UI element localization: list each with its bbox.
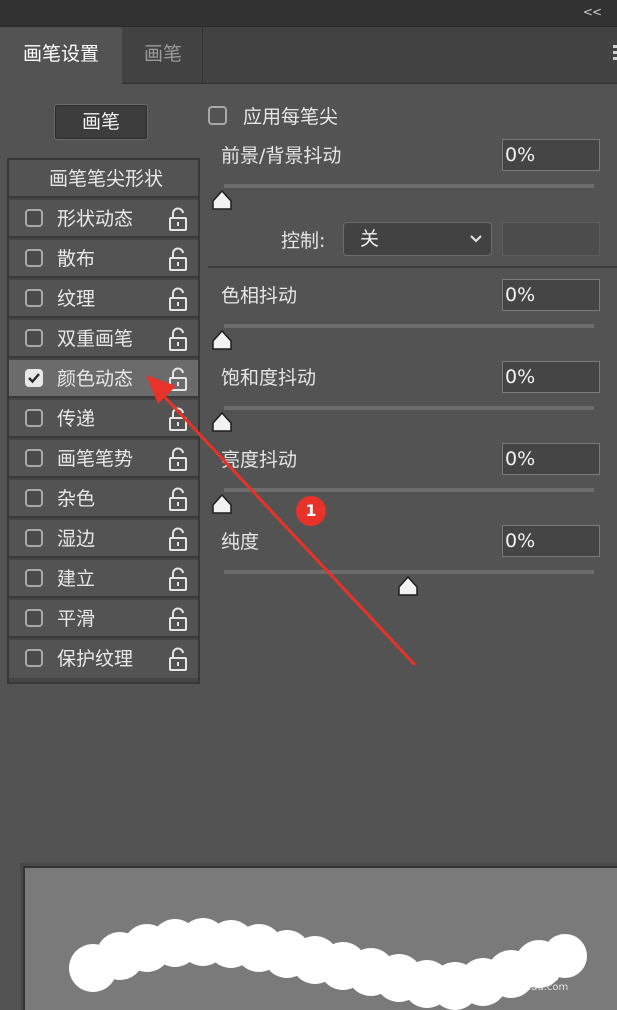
- apply-per-tip-checkbox[interactable]: [208, 106, 227, 125]
- build-up-checkbox[interactable]: [25, 569, 43, 587]
- section-divider: [208, 266, 617, 268]
- unlock-icon[interactable]: [167, 487, 189, 511]
- color-dynamics-checkbox[interactable]: [25, 369, 43, 387]
- tab-brush[interactable]: 画笔: [124, 27, 203, 83]
- smoothing-checkbox[interactable]: [25, 609, 43, 627]
- control-label: 控制:: [281, 230, 326, 252]
- apply-per-tip-label: 应用每笔尖: [243, 106, 339, 128]
- brush-pose-checkbox[interactable]: [25, 449, 43, 467]
- list-item-shape-dynamics[interactable]: 形状动态: [9, 200, 198, 238]
- unlock-icon[interactable]: [167, 207, 189, 231]
- list-item-protect-texture[interactable]: 保护纹理: [9, 640, 198, 678]
- saturation-jitter-input[interactable]: 0%: [502, 361, 600, 393]
- list-item-brush-pose[interactable]: 画笔笔势: [9, 440, 198, 478]
- unlock-icon[interactable]: [167, 527, 189, 551]
- panel-top-bar: <<: [0, 0, 617, 27]
- chevron-down-icon: [470, 235, 482, 243]
- list-item-label: 形状动态: [57, 208, 134, 230]
- list-item-noise[interactable]: 杂色: [9, 480, 198, 518]
- protect-texture-checkbox[interactable]: [25, 649, 43, 667]
- unlock-icon[interactable]: [167, 567, 189, 591]
- list-item-label: 传递: [57, 408, 96, 430]
- list-item-label: 双重画笔: [57, 328, 134, 350]
- purity-input[interactable]: 0%: [502, 525, 600, 557]
- shape-dynamics-checkbox[interactable]: [25, 209, 43, 227]
- unlock-icon[interactable]: [167, 367, 189, 391]
- list-item-wet-edges[interactable]: 湿边: [9, 520, 198, 558]
- list-item-build-up[interactable]: 建立: [9, 560, 198, 598]
- wet-edges-checkbox[interactable]: [25, 529, 43, 547]
- hue-jitter-input[interactable]: 0%: [502, 279, 600, 311]
- list-item-label: 颜色动态: [57, 368, 134, 390]
- list-item-color-dynamics[interactable]: 颜色动态: [9, 360, 198, 398]
- unlock-icon[interactable]: [167, 447, 189, 471]
- control-dropdown[interactable]: 关: [343, 222, 492, 256]
- unlock-icon[interactable]: [167, 287, 189, 311]
- list-item-label: 散布: [57, 248, 96, 270]
- texture-checkbox[interactable]: [25, 289, 43, 307]
- hue-jitter-slider-thumb[interactable]: [211, 330, 233, 352]
- list-item-label: 杂色: [57, 488, 96, 510]
- noise-checkbox[interactable]: [25, 489, 43, 507]
- brightness-jitter-label: 亮度抖动: [221, 449, 298, 471]
- fg-bg-jitter-slider-thumb[interactable]: [211, 190, 233, 212]
- panel-menu-icon[interactable]: [613, 45, 617, 63]
- fg-bg-jitter-input[interactable]: 0%: [502, 139, 600, 171]
- list-item-label: 平滑: [57, 608, 96, 630]
- watermark-subtext: jingyan.baidu.com: [476, 982, 569, 993]
- unlock-icon[interactable]: [167, 247, 189, 271]
- purity-label: 纯度: [221, 531, 260, 553]
- control-extra-field[interactable]: [502, 222, 600, 256]
- unlock-icon[interactable]: [167, 607, 189, 631]
- hue-jitter-label: 色相抖动: [221, 285, 298, 307]
- brush-options-list: 画笔笔尖形状 形状动态 散布 纹理 双重画笔 颜色动态 传递 画笔笔势 杂色 湿…: [7, 158, 200, 684]
- list-item-label: 画笔笔势: [57, 448, 134, 470]
- list-item-texture[interactable]: 纹理: [9, 280, 198, 318]
- list-item-smoothing[interactable]: 平滑: [9, 600, 198, 638]
- list-item-label: 纹理: [57, 288, 96, 310]
- scattering-checkbox[interactable]: [25, 249, 43, 267]
- tab-brush-settings[interactable]: 画笔设置: [0, 27, 122, 84]
- saturation-jitter-slider-thumb[interactable]: [211, 412, 233, 434]
- list-item-transfer[interactable]: 传递: [9, 400, 198, 438]
- checkmark-icon: [28, 373, 40, 384]
- control-dropdown-value: 关: [360, 228, 380, 250]
- brightness-jitter-slider-track[interactable]: [224, 488, 594, 492]
- unlock-icon[interactable]: [167, 407, 189, 431]
- watermark-text: Bai 经验: [476, 960, 559, 984]
- unlock-icon[interactable]: [167, 327, 189, 351]
- list-item-dual-brush[interactable]: 双重画笔: [9, 320, 198, 358]
- saturation-jitter-label: 饱和度抖动: [221, 367, 317, 389]
- list-item-brush-tip-shape[interactable]: 画笔笔尖形状: [9, 160, 198, 198]
- hue-jitter-slider-track[interactable]: [224, 324, 594, 328]
- brightness-jitter-slider-thumb[interactable]: [211, 494, 233, 516]
- list-item-label: 画笔笔尖形状: [49, 168, 164, 190]
- dual-brush-checkbox[interactable]: [25, 329, 43, 347]
- collapse-panel-button[interactable]: <<: [583, 5, 602, 19]
- purity-slider-thumb[interactable]: [397, 576, 419, 598]
- purity-slider-track[interactable]: [224, 570, 594, 574]
- unlock-icon[interactable]: [167, 647, 189, 671]
- tab-bar: 画笔设置 画笔: [0, 27, 617, 84]
- fg-bg-jitter-label: 前景/背景抖动: [221, 145, 342, 167]
- list-item-label: 建立: [57, 568, 96, 590]
- brush-presets-button[interactable]: 画笔: [54, 104, 148, 140]
- fg-bg-jitter-slider-track[interactable]: [224, 184, 594, 188]
- brightness-jitter-input[interactable]: 0%: [502, 443, 600, 475]
- list-item-label: 保护纹理: [57, 648, 134, 670]
- transfer-checkbox[interactable]: [25, 409, 43, 427]
- saturation-jitter-slider-track[interactable]: [224, 406, 594, 410]
- annotation-number-badge: 1: [296, 496, 326, 526]
- list-item-label: 湿边: [57, 528, 96, 550]
- list-item-scattering[interactable]: 散布: [9, 240, 198, 278]
